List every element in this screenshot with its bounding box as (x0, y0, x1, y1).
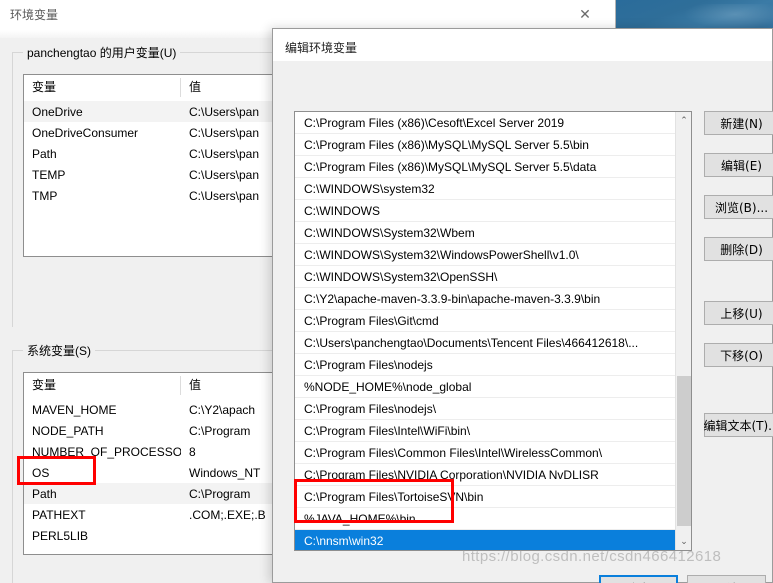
list-item[interactable]: C:\Program Files\Intel\WiFi\bin\ (295, 420, 675, 442)
cell-variable: OS (32, 465, 50, 480)
list-item[interactable]: C:\Program Files\nodejs\ (295, 398, 675, 420)
list-item[interactable]: C:\Program Files\TortoiseSVN\bin (295, 486, 675, 508)
cell-variable: OneDrive (32, 104, 83, 119)
scrollbar-thumb[interactable] (677, 376, 691, 526)
screenshot-root: 环境变量 ✕ panchengtao 的用户变量(U) 变量 值 OneDriv… (0, 0, 773, 583)
column-header-variable[interactable]: 变量 (24, 78, 181, 97)
list-item[interactable]: C:\Program Files\Common Files\Intel\Wire… (295, 442, 675, 464)
cell-variable: TMP (32, 188, 58, 203)
move-down-button[interactable]: 下移(O) (704, 343, 773, 367)
system-variables-legend: 系统变量(S) (23, 342, 95, 359)
ok-button[interactable]: 确定 (599, 575, 678, 583)
browse-button[interactable]: 浏览(B)... (704, 195, 773, 219)
edit-environment-variable-dialog: 编辑环境变量 C:\Program Files (x86)\Cesoft\Exc… (272, 28, 773, 583)
cell-variable: OneDriveConsumer (32, 125, 139, 140)
column-header-variable[interactable]: 变量 (24, 376, 181, 395)
edit-text-button[interactable]: 编辑文本(T)... (703, 413, 773, 437)
list-item[interactable]: C:\Program Files\Git\cmd (295, 310, 675, 332)
edit-dialog-content: C:\Program Files (x86)\Cesoft\Excel Serv… (273, 61, 773, 583)
list-item[interactable]: C:\WINDOWS\System32\OpenSSH\ (295, 266, 675, 288)
list-item[interactable]: C:\Users\panchengtao\Documents\Tencent F… (295, 332, 675, 354)
window-title: 环境变量 (10, 8, 59, 22)
list-item[interactable]: C:\Program Files (x86)\MySQL\MySQL Serve… (295, 156, 675, 178)
list-item[interactable]: C:\WINDOWS\System32\Wbem (295, 222, 675, 244)
list-item[interactable]: %NODE_HOME%\node_global (295, 376, 675, 398)
edit-dialog-title: 编辑环境变量 (285, 41, 358, 55)
cell-variable: MAVEN_HOME (32, 402, 117, 417)
window-titlebar: 环境变量 ✕ (0, 0, 615, 30)
scroll-down-arrow-icon[interactable]: ⌄ (676, 533, 691, 550)
list-item[interactable]: C:\Program Files\nodejs (295, 354, 675, 376)
cell-variable: Path (32, 146, 57, 161)
cell-variable: Path (32, 486, 57, 501)
list-item[interactable]: C:\Program Files (x86)\MySQL\MySQL Serve… (295, 134, 675, 156)
list-item[interactable]: C:\Program Files (x86)\Cesoft\Excel Serv… (295, 112, 675, 134)
move-up-button[interactable]: 上移(U) (704, 301, 773, 325)
list-item[interactable]: C:\Y2\apache-maven-3.3.9-bin\apache-mave… (295, 288, 675, 310)
edit-dialog-titlebar: 编辑环境变量 (273, 29, 772, 61)
path-entries-list[interactable]: C:\Program Files (x86)\Cesoft\Excel Serv… (294, 111, 692, 551)
close-icon[interactable]: ✕ (563, 0, 607, 28)
list-item[interactable]: C:\WINDOWS (295, 200, 675, 222)
list-item[interactable]: C:\Program Files\NVIDIA Corporation\NVID… (295, 464, 675, 486)
list-item[interactable]: C:\WINDOWS\System32\WindowsPowerShell\v1… (295, 244, 675, 266)
cell-variable: TEMP (32, 167, 66, 182)
list-item-selected[interactable]: C:\nnsm\win32 (295, 530, 675, 550)
scroll-up-arrow-icon[interactable]: ⌃ (676, 112, 691, 129)
list-item[interactable]: %JAVA_HOME%\bin (295, 508, 675, 530)
user-variables-legend: panchengtao 的用户变量(U) (23, 44, 181, 61)
cell-variable: PATHEXT (32, 507, 86, 522)
list-item[interactable]: C:\WINDOWS\system32 (295, 178, 675, 200)
edit-button[interactable]: 编辑(E) (704, 153, 773, 177)
vertical-scrollbar[interactable]: ⌃ ⌄ (675, 112, 691, 550)
path-entries-rows: C:\Program Files (x86)\Cesoft\Excel Serv… (295, 112, 675, 550)
new-button[interactable]: 新建(N) (704, 111, 773, 135)
cell-variable: NUMBER_OF_PROCESSORS (32, 444, 181, 459)
cancel-button[interactable]: 取消 (687, 575, 766, 583)
cell-variable: NODE_PATH (32, 423, 104, 438)
delete-button[interactable]: 删除(D) (704, 237, 773, 261)
cell-variable: PERL5LIB (32, 528, 89, 543)
